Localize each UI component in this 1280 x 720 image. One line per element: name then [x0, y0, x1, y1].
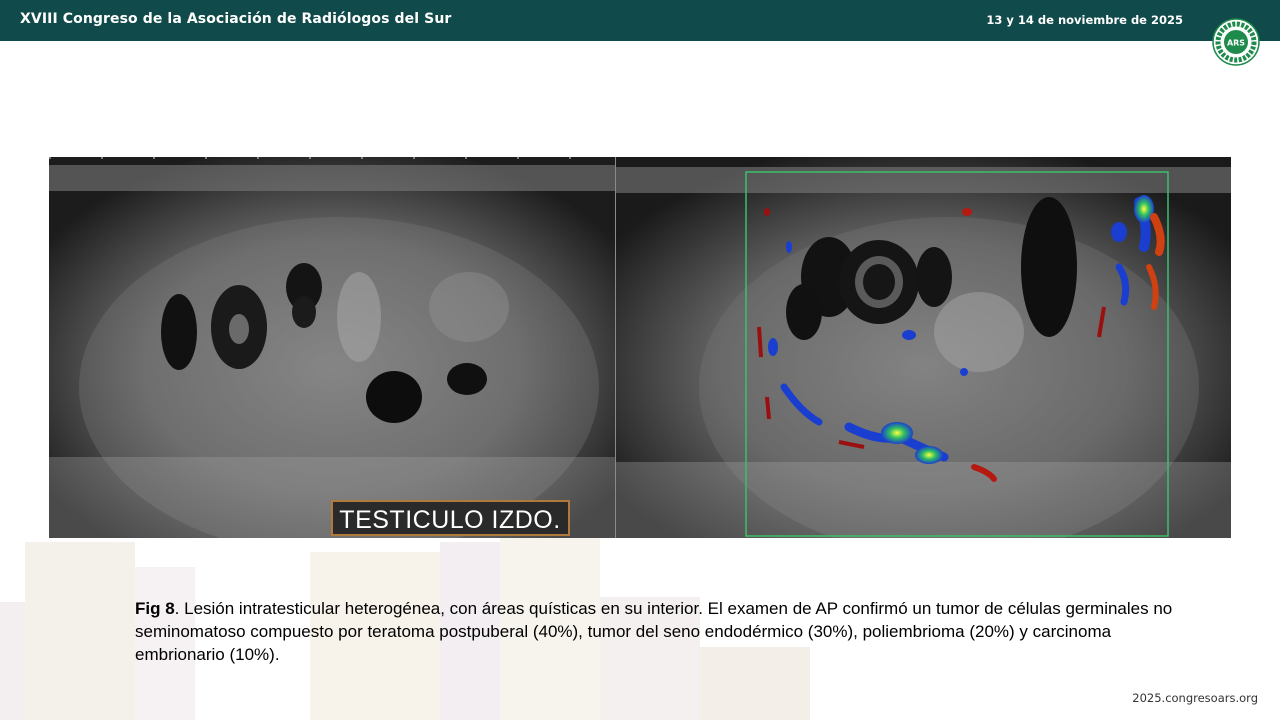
- ultrasound-figure: TESTICULO IZDO.: [49, 157, 1231, 538]
- caption-text: . Lesión intratesticular heterogénea, co…: [135, 599, 1173, 664]
- ars-logo-icon: ARS: [1212, 18, 1260, 66]
- header-bar: XVIII Congreso de la Asociación de Radió…: [0, 0, 1280, 41]
- congress-title: XVIII Congreso de la Asociación de Radió…: [20, 11, 452, 27]
- ultrasound-left-pane: [49, 157, 615, 538]
- figure-caption: Fig 8. Lesión intratesticular heterogéne…: [135, 597, 1185, 666]
- overlay-label: TESTICULO IZDO.: [339, 506, 560, 534]
- caption-label: Fig 8: [135, 599, 175, 618]
- congress-date: 13 y 14 de noviembre de 2025: [986, 13, 1183, 27]
- logo-text: ARS: [1227, 39, 1245, 48]
- footer-url: 2025.congresoars.org: [1132, 691, 1258, 705]
- ultrasound-right-pane: [616, 157, 1231, 538]
